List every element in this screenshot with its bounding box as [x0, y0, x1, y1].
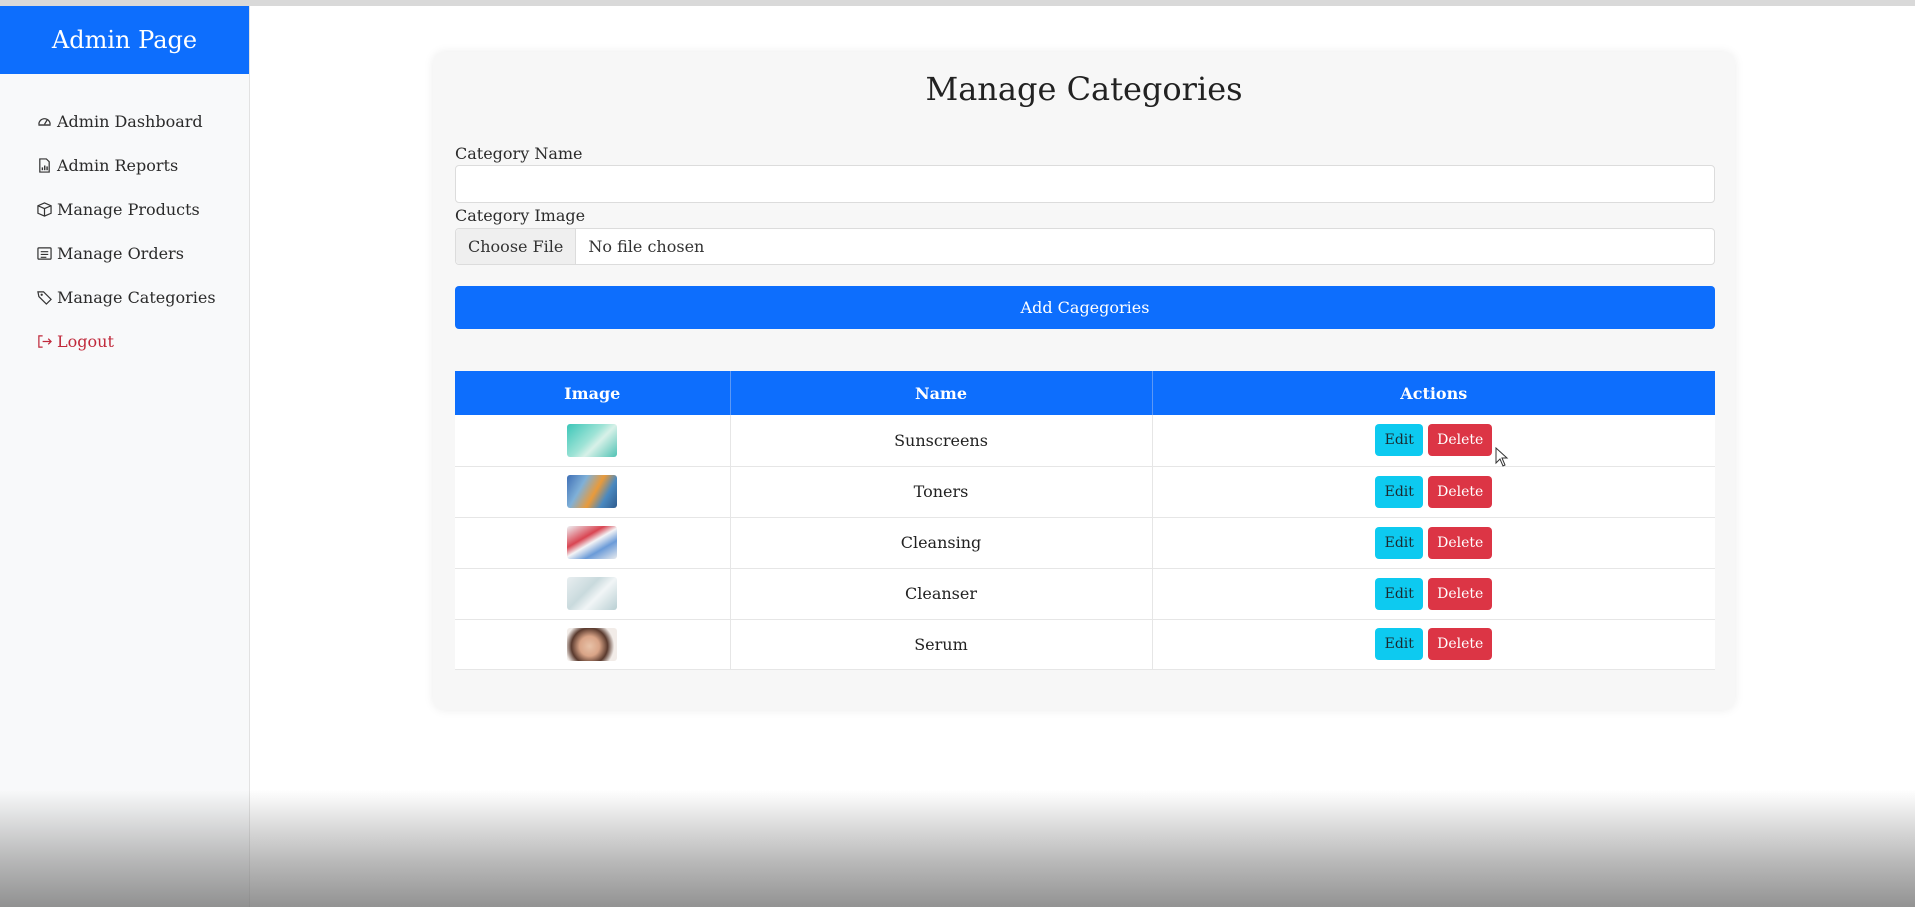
- edit-button[interactable]: Edit: [1375, 577, 1424, 610]
- speedometer-icon: [35, 112, 53, 130]
- category-thumbnail: [567, 423, 618, 457]
- image-cell: [455, 415, 731, 467]
- delete-button[interactable]: Delete: [1428, 628, 1493, 660]
- list-icon: [35, 244, 53, 262]
- sidebar-item-label: Admin Reports: [57, 155, 179, 175]
- choose-file-button[interactable]: Choose File: [456, 229, 577, 264]
- sidebar-item-label: Logout: [57, 331, 114, 351]
- sidebar-item-label: Manage Orders: [57, 243, 184, 263]
- actions-cell: Edit Delete: [1152, 619, 1715, 670]
- sidebar: Admin Page Admin Dashboard Admin Reports…: [0, 6, 250, 907]
- table-row: Serum Edit Delete: [455, 619, 1715, 670]
- logout-icon: [35, 332, 53, 350]
- sidebar-item-manage-products[interactable]: Manage Products: [0, 187, 249, 231]
- edit-button[interactable]: Edit: [1375, 424, 1424, 457]
- table-row: Sunscreens Edit Delete: [455, 415, 1715, 467]
- table-header-row: Image Name Actions: [455, 371, 1715, 415]
- table-row: Cleansing Edit Delete: [455, 517, 1715, 569]
- sidebar-item-manage-orders[interactable]: Manage Orders: [0, 231, 249, 275]
- sidebar-item-logout[interactable]: Logout: [0, 319, 249, 363]
- delete-button[interactable]: Delete: [1428, 577, 1493, 610]
- mouse-cursor-icon: [1495, 447, 1509, 467]
- image-cell: [455, 619, 731, 670]
- category-thumbnail: [567, 627, 618, 661]
- image-cell: [455, 517, 731, 569]
- report-icon: [35, 156, 53, 174]
- delete-button[interactable]: Delete: [1428, 526, 1493, 559]
- category-thumbnail: [567, 577, 618, 610]
- edit-button[interactable]: Edit: [1375, 475, 1424, 508]
- delete-button[interactable]: Delete: [1428, 424, 1493, 457]
- sidebar-item-admin-dashboard[interactable]: Admin Dashboard: [0, 99, 249, 143]
- sidebar-item-label: Manage Products: [57, 199, 200, 219]
- top-strip: [0, 0, 1915, 6]
- page-title: Manage Categories: [925, 70, 1243, 108]
- tag-icon: [35, 288, 53, 306]
- bottom-fade-overlay: [0, 790, 1915, 907]
- category-name-input[interactable]: [455, 165, 1715, 203]
- header-name: Name: [730, 371, 1153, 415]
- category-image-label: Category Image: [455, 206, 586, 225]
- category-name: Serum: [730, 619, 1153, 670]
- edit-button[interactable]: Edit: [1375, 526, 1424, 559]
- image-cell: [455, 466, 731, 518]
- sidebar-brand: Admin Page: [0, 6, 249, 74]
- edit-button[interactable]: Edit: [1375, 628, 1424, 660]
- header-actions: Actions: [1152, 371, 1715, 415]
- category-name: Cleansing: [730, 517, 1153, 569]
- actions-cell: Edit Delete: [1152, 568, 1715, 620]
- add-categories-button[interactable]: Add Cagegories: [455, 286, 1715, 329]
- sidebar-item-label: Manage Categories: [57, 287, 216, 307]
- categories-table: Image Name Actions Sunscreens Edit Delete…: [455, 371, 1715, 670]
- image-cell: [455, 568, 731, 620]
- category-name-label: Category Name: [455, 144, 583, 163]
- actions-cell: Edit Delete: [1152, 415, 1715, 467]
- category-name: Sunscreens: [730, 415, 1153, 467]
- sidebar-item-manage-categories[interactable]: Manage Categories: [0, 275, 249, 319]
- manage-categories-card: Manage Categories Category Name Category…: [433, 52, 1735, 710]
- sidebar-item-label: Admin Dashboard: [57, 111, 203, 131]
- sidebar-nav: Admin Dashboard Admin Reports Manage Pro…: [0, 74, 249, 363]
- category-name: Cleanser: [730, 568, 1153, 620]
- sidebar-item-admin-reports[interactable]: Admin Reports: [0, 143, 249, 187]
- table-row: Toners Edit Delete: [455, 466, 1715, 518]
- file-status-text: No file chosen: [588, 237, 705, 256]
- delete-button[interactable]: Delete: [1428, 475, 1493, 508]
- header-image: Image: [455, 371, 731, 415]
- category-image-file-input[interactable]: Choose File No file chosen: [455, 228, 1715, 265]
- category-name: Toners: [730, 466, 1153, 518]
- actions-cell: Edit Delete: [1152, 517, 1715, 569]
- category-thumbnail: [567, 475, 618, 508]
- actions-cell: Edit Delete: [1152, 466, 1715, 518]
- category-thumbnail: [567, 526, 618, 559]
- box-icon: [35, 200, 53, 218]
- table-row: Cleanser Edit Delete: [455, 568, 1715, 620]
